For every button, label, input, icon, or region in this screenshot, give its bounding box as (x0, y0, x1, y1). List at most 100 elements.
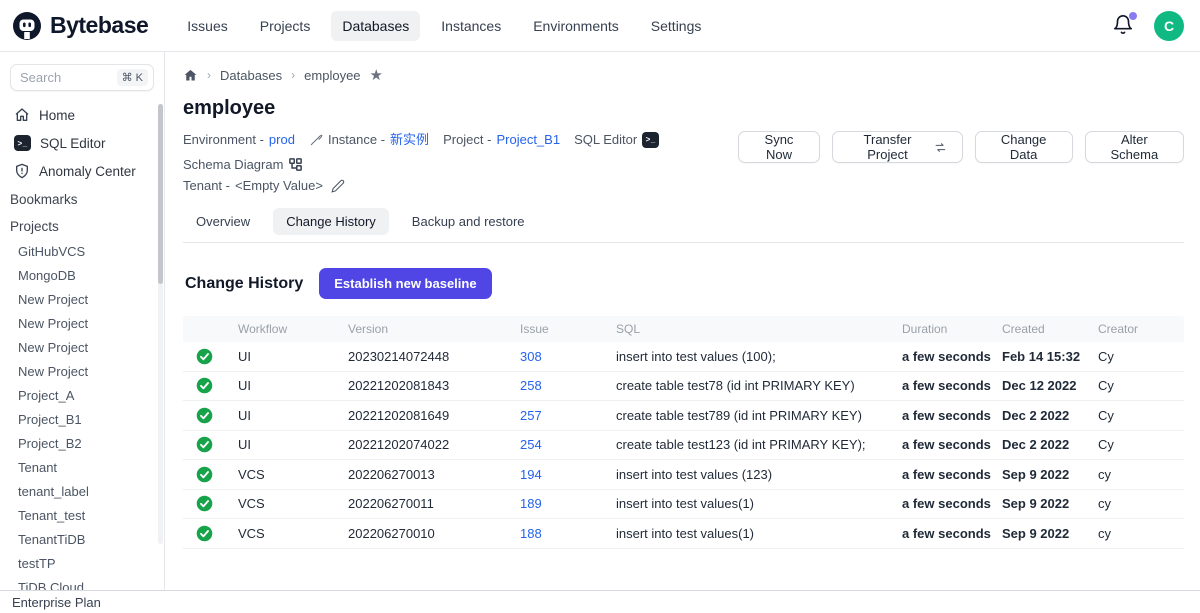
change-history-table: Workflow Version Issue SQL Duration Crea… (183, 316, 1184, 549)
bytebase-mascot-icon (12, 11, 42, 41)
change-history-row[interactable]: VCS202206270011189insert into test value… (183, 490, 1184, 520)
change-history-row[interactable]: VCS202206270013194insert into test value… (183, 460, 1184, 490)
project-item-tenant-test[interactable]: Tenant_test (0, 503, 164, 527)
bookmark-star-icon[interactable]: ★ (370, 66, 383, 84)
tab-overview[interactable]: Overview (183, 208, 263, 235)
project-item-tenant-label[interactable]: tenant_label (0, 479, 164, 503)
project-item-project-a[interactable]: Project_A (0, 383, 164, 407)
search-input[interactable]: Search ⌘ K (10, 64, 154, 91)
bytebase-logo[interactable]: Bytebase (12, 11, 148, 41)
establish-baseline-button[interactable]: Establish new baseline (319, 268, 491, 299)
search-shortcut-badge: ⌘ K (117, 69, 148, 86)
tab-change-history[interactable]: Change History (273, 208, 389, 235)
instance-label: Instance - (328, 129, 385, 150)
home-icon[interactable] (183, 68, 198, 83)
sidebar-section-projects[interactable]: Projects (0, 212, 164, 239)
project-item-new-project[interactable]: New Project (0, 335, 164, 359)
project-link[interactable]: Project_B1 (496, 129, 560, 150)
project-item-project-b1[interactable]: Project_B1 (0, 407, 164, 431)
issue-link[interactable]: 254 (520, 437, 616, 452)
column-workflow: Workflow (238, 322, 348, 336)
cell-version: 20221202081649 (348, 408, 520, 423)
nav-item-issues[interactable]: Issues (176, 11, 238, 41)
sync-now-button[interactable]: Sync Now (738, 131, 821, 163)
change-data-button[interactable]: Change Data (975, 131, 1073, 163)
breadcrumb-separator: › (291, 68, 295, 82)
sidebar-item-sql-editor[interactable]: >_SQL Editor (0, 129, 164, 157)
schema-diagram-shortcut[interactable]: Schema Diagram (183, 154, 303, 175)
breadcrumb-databases[interactable]: Databases (220, 68, 282, 83)
breadcrumb: › Databases › employee ★ (183, 62, 1184, 84)
notifications-button[interactable] (1112, 14, 1136, 38)
main-nav: Issues Projects Databases Instances Environm… (176, 11, 712, 41)
nav-item-settings[interactable]: Settings (640, 11, 713, 41)
transfer-project-button[interactable]: Transfer Project (832, 131, 962, 163)
instance-link[interactable]: 新实例 (390, 129, 429, 150)
column-version: Version (348, 322, 520, 336)
sidebar-item-anomaly-center[interactable]: Anomaly Center (0, 157, 164, 185)
project-item-tenant[interactable]: Tenant (0, 455, 164, 479)
status-done-icon (196, 377, 213, 394)
cell-version: 202206270013 (348, 467, 520, 482)
cell-sql: create table test78 (id int PRIMARY KEY) (616, 378, 902, 393)
issue-link[interactable]: 194 (520, 467, 616, 482)
tenant-value: <Empty Value> (235, 175, 323, 196)
table-header-row: Workflow Version Issue SQL Duration Crea… (183, 316, 1184, 342)
project-item-mongodb[interactable]: MongoDB (0, 263, 164, 287)
sidebar-item-label: Anomaly Center (39, 164, 136, 179)
breadcrumb-employee[interactable]: employee (304, 68, 360, 83)
nav-item-environments[interactable]: Environments (522, 11, 630, 41)
issue-link[interactable]: 188 (520, 526, 616, 541)
cell-sql: create table test789 (id int PRIMARY KEY… (616, 408, 902, 423)
sql-editor-shortcut[interactable]: SQL Editor >_ (574, 129, 659, 150)
cell-created: Sep 9 2022 (1002, 467, 1098, 482)
environment-label: Environment - (183, 129, 264, 150)
nav-item-instances[interactable]: Instances (430, 11, 512, 41)
subscription-plan-label[interactable]: Enterprise Plan (0, 591, 101, 610)
issue-link[interactable]: 189 (520, 496, 616, 511)
status-done-icon (196, 348, 213, 365)
tab-backup-and-restore[interactable]: Backup and restore (399, 208, 538, 235)
nav-item-databases[interactable]: Databases (331, 11, 420, 41)
sidebar-item-label: Home (39, 108, 75, 123)
project-item-new-project[interactable]: New Project (0, 287, 164, 311)
project-item-project-b2[interactable]: Project_B2 (0, 431, 164, 455)
schema-diagram-icon (288, 157, 303, 172)
cell-version: 202206270010 (348, 526, 520, 541)
project-item-new-project[interactable]: New Project (0, 359, 164, 383)
sidebar-section-bookmarks[interactable]: Bookmarks (0, 185, 164, 212)
sql-editor-label: SQL Editor (574, 129, 637, 150)
sidebar-scrollbar-thumb[interactable] (158, 104, 163, 284)
sidebar-scrollbar[interactable] (158, 104, 163, 544)
project-item-tidb-cloud[interactable]: TiDB Cloud (0, 575, 164, 590)
environment-link[interactable]: prod (269, 129, 295, 150)
sidebar-item-home[interactable]: Home (0, 101, 164, 129)
action-buttons: Sync Now Transfer Project Change Data Alter… (738, 129, 1184, 163)
change-history-row[interactable]: UI20221202081843258create table test78 (… (183, 372, 1184, 402)
user-avatar[interactable]: C (1154, 11, 1184, 41)
cell-sql: insert into test values (123) (616, 467, 902, 482)
status-done-icon (196, 466, 213, 483)
alter-schema-button[interactable]: Alter Schema (1085, 131, 1184, 163)
cell-workflow: VCS (238, 467, 348, 482)
change-history-row[interactable]: UI20230214072448308insert into test valu… (183, 342, 1184, 372)
project-item-githubvcs[interactable]: GitHubVCS (0, 239, 164, 263)
nav-item-projects[interactable]: Projects (249, 11, 322, 41)
top-navbar: Bytebase Issues Projects Databases Instance… (0, 0, 1200, 52)
breadcrumb-separator: › (207, 68, 211, 82)
terminal-icon: >_ (14, 135, 31, 151)
change-history-row[interactable]: UI20221202074022254create table test123 … (183, 431, 1184, 461)
issue-link[interactable]: 308 (520, 349, 616, 364)
cell-duration: a few seconds (902, 526, 1002, 541)
change-history-row[interactable]: UI20221202081649257create table test789 … (183, 401, 1184, 431)
issue-link[interactable]: 258 (520, 378, 616, 393)
page-title: employee (183, 97, 1184, 120)
change-history-row[interactable]: VCS202206270010188insert into test value… (183, 519, 1184, 549)
issue-link[interactable]: 257 (520, 408, 616, 423)
project-item-testtp[interactable]: testTP (0, 551, 164, 575)
project-item-tenanttidb[interactable]: TenantTiDB (0, 527, 164, 551)
status-done-icon (196, 525, 213, 542)
project-item-new-project[interactable]: New Project (0, 311, 164, 335)
edit-pencil-icon[interactable] (331, 179, 345, 193)
cell-workflow: VCS (238, 526, 348, 541)
